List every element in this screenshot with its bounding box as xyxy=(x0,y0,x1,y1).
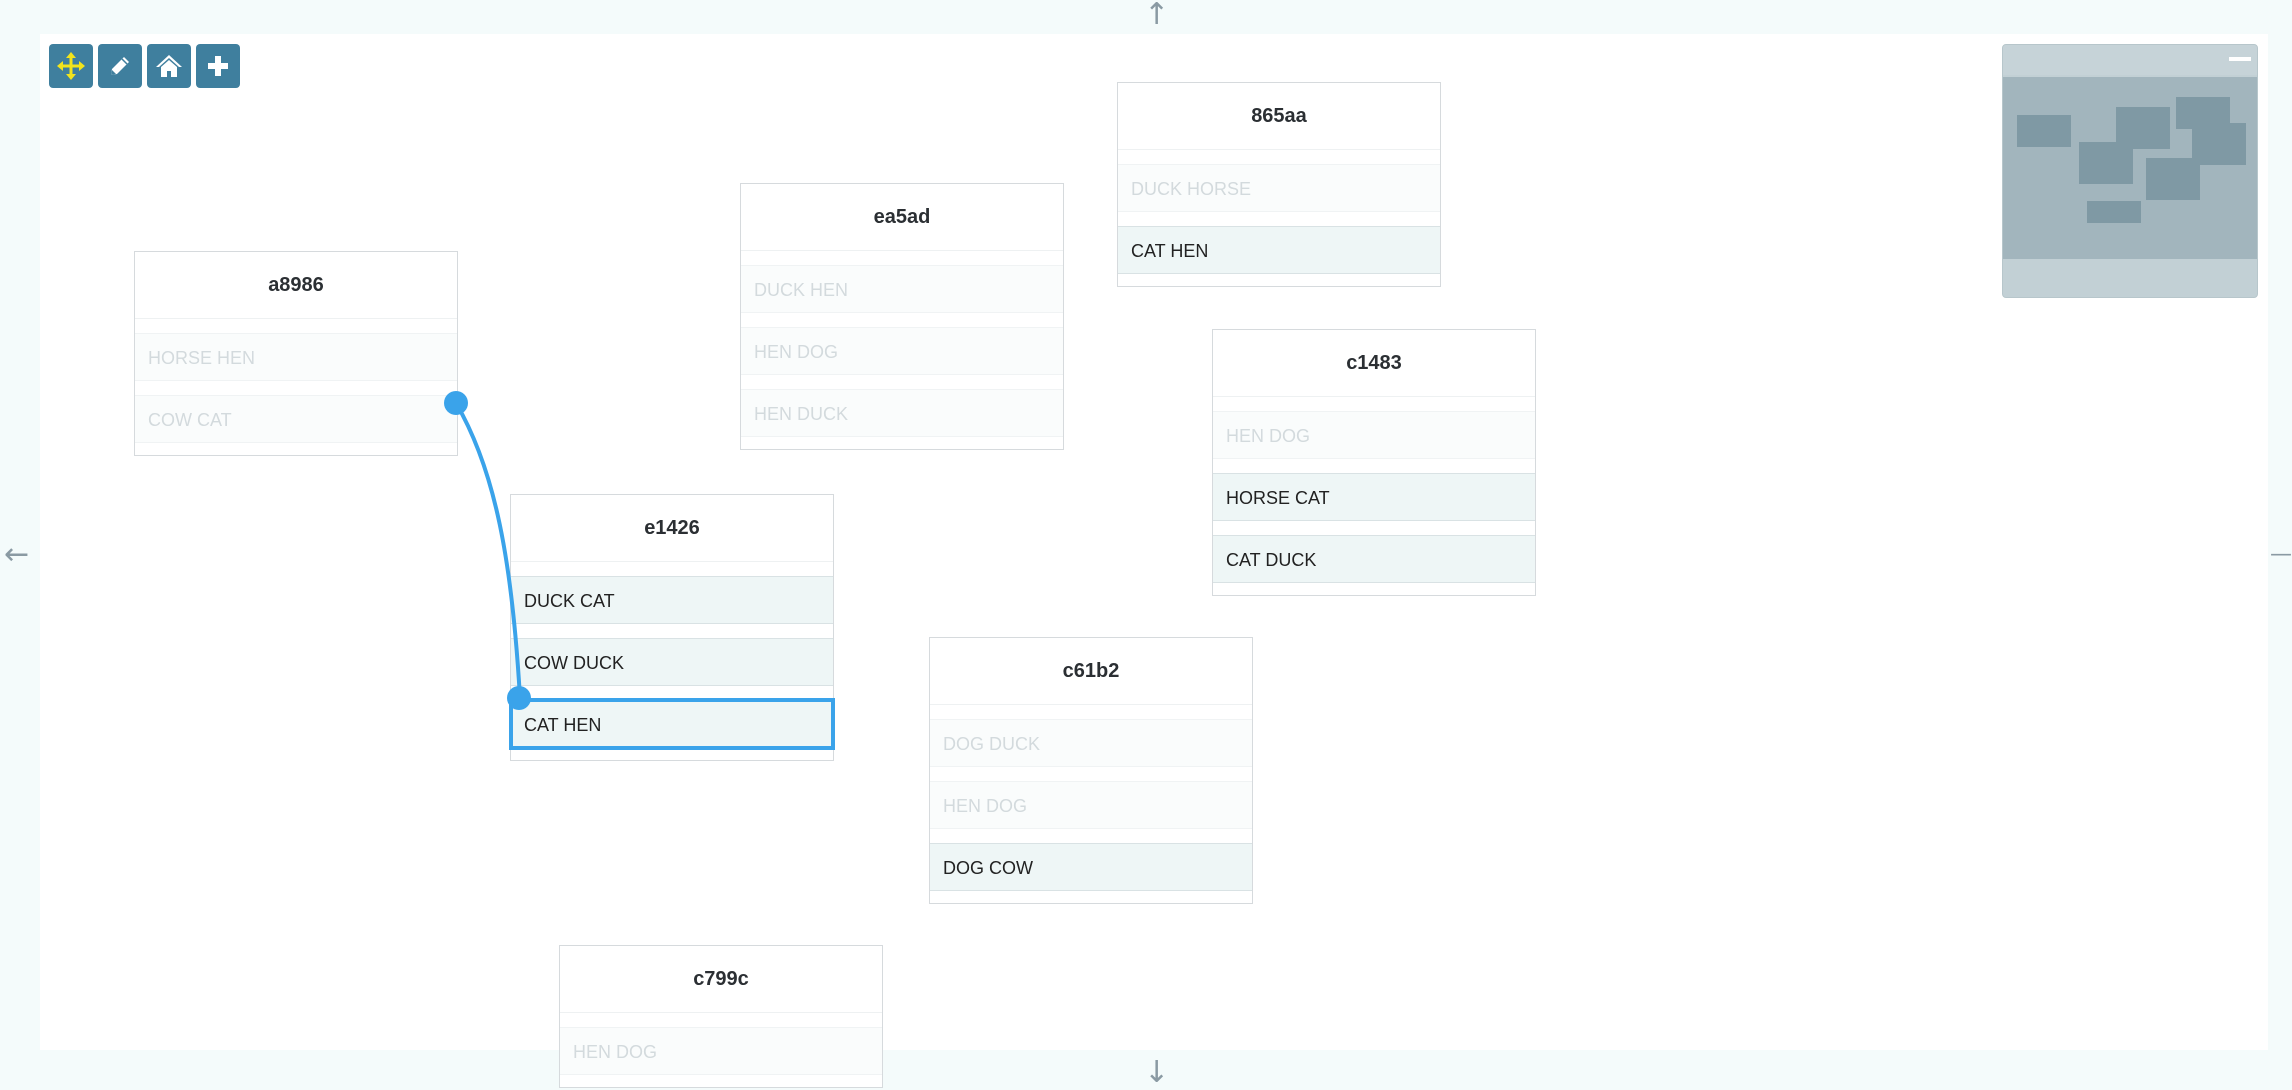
scroll-right-arrow[interactable]: — xyxy=(2270,540,2292,570)
scroll-up-arrow[interactable]: ↑ xyxy=(1144,0,1169,30)
node-row[interactable]: DUCK HORSE xyxy=(1118,164,1440,212)
node-row[interactable]: DOG DUCK xyxy=(930,719,1252,767)
node-c61b2[interactable]: c61b2 DOG DUCK HEN DOG DOG COW xyxy=(929,637,1253,904)
node-title: ea5ad xyxy=(741,184,1063,251)
home-icon xyxy=(156,55,182,77)
minimap-viewport[interactable] xyxy=(2003,77,2257,259)
minimap-node xyxy=(2146,158,2200,200)
node-row[interactable]: DUCK CAT xyxy=(511,576,833,624)
node-c799c[interactable]: c799c HEN DOG xyxy=(559,945,883,1088)
minimap-node xyxy=(2017,115,2071,147)
minimap-node xyxy=(2192,123,2246,165)
move-arrows-icon xyxy=(57,52,85,80)
edit-button[interactable] xyxy=(98,44,142,88)
node-row[interactable]: CAT DUCK xyxy=(1213,535,1535,583)
toolbar xyxy=(49,44,240,88)
home-button[interactable] xyxy=(147,44,191,88)
node-c1483[interactable]: c1483 HEN DOG HORSE CAT CAT DUCK xyxy=(1212,329,1536,596)
minimap[interactable] xyxy=(2002,44,2258,298)
minus-icon[interactable] xyxy=(2229,57,2251,61)
node-row[interactable]: HEN DOG xyxy=(741,327,1063,375)
node-title: c61b2 xyxy=(930,638,1252,705)
node-a8986[interactable]: a8986 HORSE HEN COW CAT xyxy=(134,251,458,456)
node-row-selected[interactable]: CAT HEN xyxy=(509,698,835,750)
scroll-left-arrow[interactable]: ← xyxy=(4,540,29,570)
node-row[interactable]: CAT HEN xyxy=(1118,226,1440,274)
node-row[interactable]: COW CAT xyxy=(135,395,457,443)
node-row[interactable]: DOG COW xyxy=(930,843,1252,891)
node-e1426[interactable]: e1426 DUCK CAT COW DUCK CAT HEN xyxy=(509,494,835,761)
minimap-node xyxy=(2079,142,2133,184)
pencil-icon xyxy=(111,57,129,75)
minimap-header xyxy=(2003,45,2257,75)
node-title: a8986 xyxy=(135,252,457,319)
node-title: e1426 xyxy=(511,495,833,562)
minimap-node xyxy=(2087,201,2141,223)
scroll-down-arrow[interactable]: ↓ xyxy=(1144,1058,1169,1088)
node-row[interactable]: HORSE HEN xyxy=(135,333,457,381)
node-title: c1483 xyxy=(1213,330,1535,397)
node-title: c799c xyxy=(560,946,882,1013)
node-row[interactable]: DUCK HEN xyxy=(741,265,1063,313)
node-row[interactable]: COW DUCK xyxy=(511,638,833,686)
node-row[interactable]: HEN DUCK xyxy=(741,389,1063,437)
node-row[interactable]: HORSE CAT xyxy=(1213,473,1535,521)
node-row[interactable]: HEN DOG xyxy=(560,1027,882,1075)
node-865aa[interactable]: 865aa DUCK HORSE CAT HEN xyxy=(1117,82,1441,287)
plus-icon xyxy=(208,56,228,76)
node-row[interactable]: HEN DOG xyxy=(1213,411,1535,459)
add-button[interactable] xyxy=(196,44,240,88)
node-row[interactable]: HEN DOG xyxy=(930,781,1252,829)
node-title: 865aa xyxy=(1118,83,1440,150)
node-ea5ad[interactable]: ea5ad DUCK HEN HEN DOG HEN DUCK xyxy=(740,183,1064,450)
move-button[interactable] xyxy=(49,44,93,88)
